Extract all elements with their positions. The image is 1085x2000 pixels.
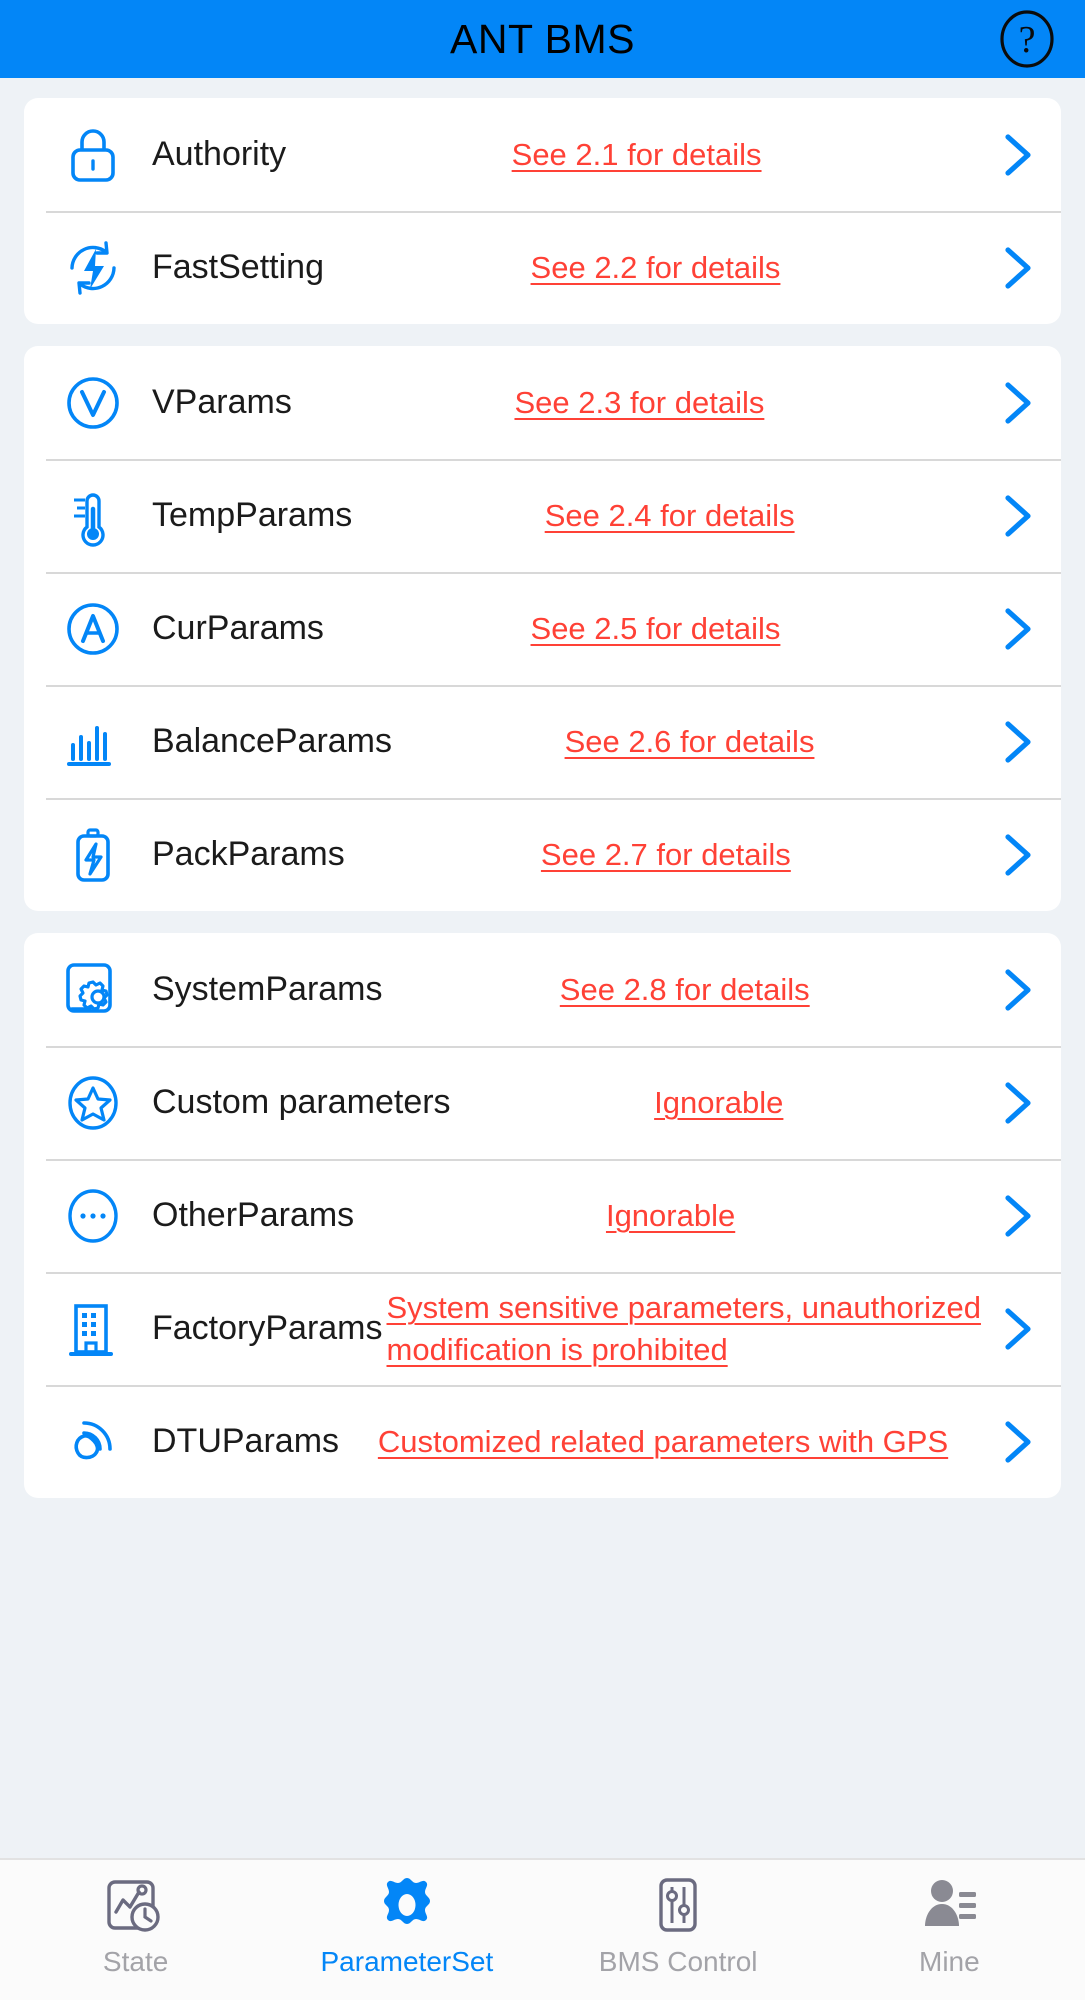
list-item-note-text: See 2.4 for details	[544, 497, 795, 533]
chevron-right-icon[interactable]	[987, 1190, 1039, 1242]
svg-text:?: ?	[1019, 19, 1036, 61]
app-header: ANT BMS ?	[0, 0, 1085, 78]
chevron-right-icon[interactable]	[987, 1416, 1039, 1468]
list-item[interactable]: FastSetting See 2.2 for details	[24, 211, 1061, 324]
question-circle-icon[interactable]: ?	[997, 9, 1057, 69]
list-item-note: See 2.6 for details	[392, 721, 987, 762]
list-item[interactable]: DTUParams Customized related parameters w…	[24, 1385, 1061, 1498]
list-item-label: Custom parameters	[152, 1083, 451, 1121]
list-item[interactable]: VParams See 2.3 for details	[24, 346, 1061, 459]
chevron-right-icon[interactable]	[987, 1303, 1039, 1355]
list-item-note: See 2.5 for details	[324, 608, 987, 649]
chevron-right-icon[interactable]	[987, 377, 1039, 429]
bottom-navigation: State ParameterSet BMS Control Mine	[0, 1858, 1085, 2000]
list-item[interactable]: SystemParams See 2.8 for details	[24, 933, 1061, 1046]
nav-label-bms-control: BMS Control	[598, 1946, 758, 1977]
list-item-note-text: Ignorable	[654, 1084, 784, 1120]
list-item-note-text: Customized related parameters with GPS	[377, 1423, 949, 1459]
chart-clock-icon	[105, 1874, 167, 1936]
list-item-note: See 2.8 for details	[383, 969, 988, 1010]
list-item-note-text: See 2.3 for details	[514, 384, 765, 420]
list-item-note: Ignorable	[354, 1195, 987, 1236]
list-item-note: See 2.3 for details	[292, 382, 987, 423]
nav-item-parameterset[interactable]: ParameterSet	[271, 1874, 542, 1978]
gear-icon	[376, 1874, 438, 1936]
list-item-note-text: Ignorable	[605, 1197, 736, 1233]
signal-wave-icon	[56, 1409, 130, 1475]
list-item-label: DTUParams	[152, 1422, 340, 1460]
device-gear-icon	[56, 957, 130, 1023]
chevron-right-icon[interactable]	[987, 1077, 1039, 1129]
chevron-right-icon[interactable]	[987, 242, 1039, 294]
nav-label-parameterset: ParameterSet	[320, 1946, 494, 1977]
nav-label-state: State	[102, 1946, 169, 1977]
settings-list[interactable]: Authority See 2.1 for details FastSetting S…	[0, 78, 1085, 1858]
list-item-label: CurParams	[152, 609, 324, 647]
chevron-right-icon[interactable]	[987, 603, 1039, 655]
voltage-circle-icon	[56, 370, 130, 436]
list-item-note-text: See 2.1 for details	[511, 136, 762, 172]
chevron-right-icon[interactable]	[987, 716, 1039, 768]
chevron-right-icon[interactable]	[987, 490, 1039, 542]
list-item[interactable]: PackParams See 2.7 for details	[24, 798, 1061, 911]
list-item-label: FastSetting	[152, 248, 324, 286]
list-item-note-text: See 2.7 for details	[540, 836, 791, 872]
list-item-note: See 2.1 for details	[286, 134, 987, 175]
nav-item-state[interactable]: State	[0, 1874, 271, 1978]
ampere-circle-icon	[56, 596, 130, 662]
fast-sync-icon	[56, 235, 130, 301]
battery-bolt-icon	[56, 822, 130, 888]
list-item[interactable]: TempParams See 2.4 for details	[24, 459, 1061, 572]
nav-item-mine[interactable]: Mine	[814, 1874, 1085, 1978]
list-item-label: BalanceParams	[152, 722, 393, 760]
list-item[interactable]: BalanceParams See 2.6 for details	[24, 685, 1061, 798]
list-item-note: Customized related parameters with GPS	[339, 1421, 987, 1462]
page-title: ANT BMS	[450, 15, 635, 62]
list-item-label: OtherParams	[152, 1196, 355, 1234]
bar-chart-icon	[56, 709, 130, 775]
settings-card: SystemParams See 2.8 for details Custom pa…	[24, 933, 1061, 1498]
star-circle-icon	[56, 1070, 130, 1136]
list-item-label: SystemParams	[152, 970, 383, 1008]
settings-card: VParams See 2.3 for details TempParams See …	[24, 346, 1061, 911]
list-item[interactable]: OtherParams Ignorable	[24, 1159, 1061, 1272]
sliders-icon	[647, 1874, 709, 1936]
list-item[interactable]: Authority See 2.1 for details	[24, 98, 1061, 211]
list-item-note: System sensitive parameters, unauthorize…	[383, 1287, 988, 1369]
list-item-note: See 2.7 for details	[345, 834, 987, 875]
chevron-right-icon[interactable]	[987, 129, 1039, 181]
list-item[interactable]: CurParams See 2.5 for details	[24, 572, 1061, 685]
lock-icon	[56, 122, 130, 188]
list-item-note-text: See 2.8 for details	[559, 971, 810, 1007]
list-item-note: Ignorable	[451, 1082, 987, 1123]
list-item[interactable]: Custom parameters Ignorable	[24, 1046, 1061, 1159]
list-item-note-text: See 2.6 for details	[564, 723, 815, 759]
thermometer-icon	[56, 483, 130, 549]
ellipsis-circle-icon	[56, 1183, 130, 1249]
chevron-right-icon[interactable]	[987, 964, 1039, 1016]
settings-card: Authority See 2.1 for details FastSetting S…	[24, 98, 1061, 324]
nav-label-mine: Mine	[919, 1946, 980, 1977]
list-item-label: VParams	[152, 383, 292, 421]
list-item-note-text: See 2.2 for details	[530, 249, 781, 285]
chevron-right-icon[interactable]	[987, 829, 1039, 881]
list-item-label: PackParams	[152, 835, 345, 873]
building-icon	[56, 1296, 130, 1362]
list-item[interactable]: FactoryParams System sensitive parameters…	[24, 1272, 1061, 1385]
list-item-label: TempParams	[152, 496, 353, 534]
person-list-icon	[918, 1874, 980, 1936]
list-item-label: FactoryParams	[152, 1309, 383, 1347]
list-item-note-text: See 2.5 for details	[530, 610, 781, 646]
list-item-note: See 2.4 for details	[352, 495, 987, 536]
list-item-note-text: System sensitive parameters, unauthorize…	[386, 1290, 981, 1367]
nav-item-bms-control[interactable]: BMS Control	[543, 1874, 814, 1978]
list-item-label: Authority	[152, 135, 287, 173]
list-item-note: See 2.2 for details	[324, 247, 987, 288]
